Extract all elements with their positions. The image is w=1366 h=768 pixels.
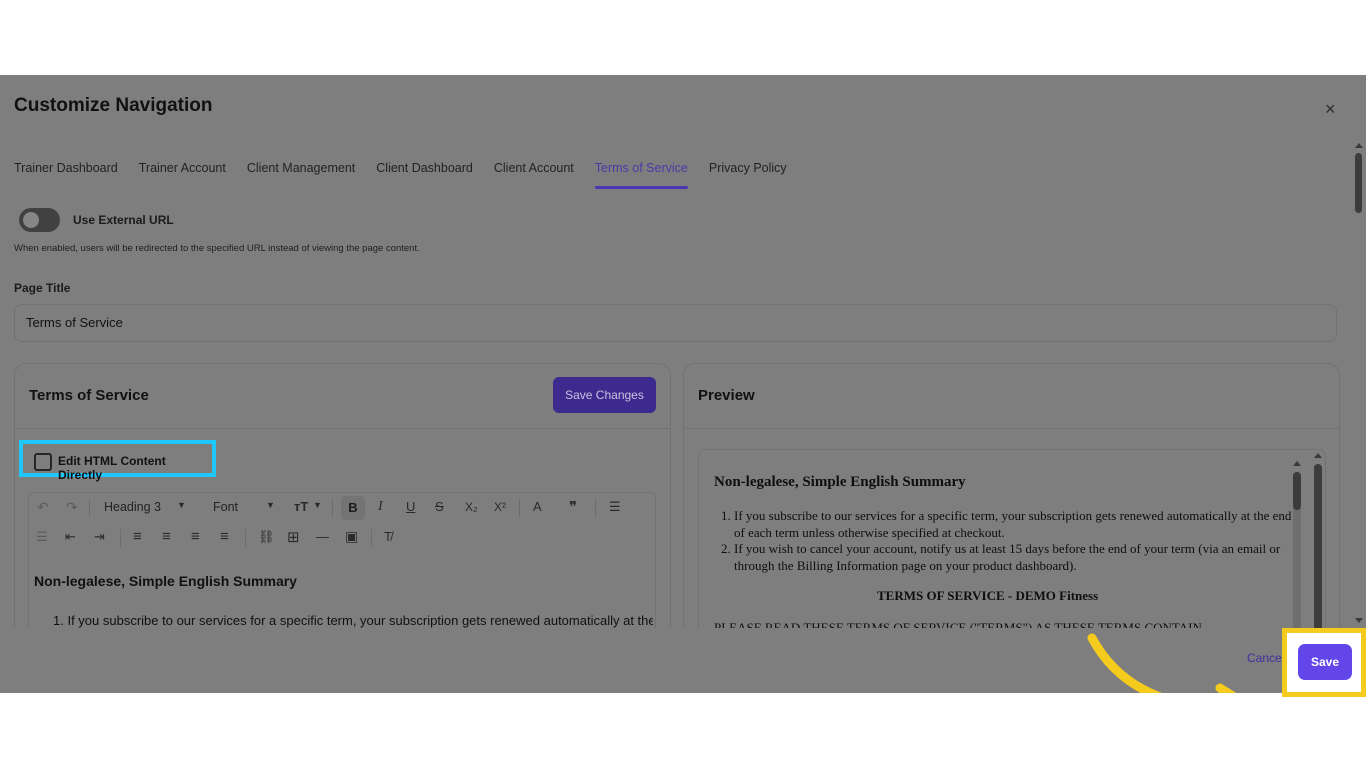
close-icon[interactable]: ×: [1325, 99, 1336, 120]
undo-icon[interactable]: ↶: [37, 499, 49, 516]
scroll-up-icon[interactable]: [1314, 453, 1322, 458]
preview-list: If you subscribe to our services for a s…: [714, 508, 1304, 574]
tab-client-dashboard[interactable]: Client Dashboard: [376, 159, 473, 189]
external-url-label: Use External URL: [73, 213, 174, 227]
font-size-icon[interactable]: тT: [294, 499, 308, 514]
tab-client-account[interactable]: Client Account: [494, 159, 574, 189]
toolbar-separator: [245, 529, 246, 547]
heading-select[interactable]: Heading 3: [104, 500, 161, 514]
save-changes-button[interactable]: Save Changes: [553, 377, 656, 413]
strikethrough-icon[interactable]: S: [435, 499, 444, 514]
tab-terms-of-service[interactable]: Terms of Service: [594, 159, 688, 189]
subscript-icon[interactable]: X₂: [465, 500, 478, 514]
link-icon[interactable]: ⛓: [258, 529, 275, 545]
clear-format-icon[interactable]: T̸: [384, 529, 392, 544]
preview-list-item: If you wish to cancel your account, noti…: [734, 541, 1304, 574]
chevron-down-icon[interactable]: ▼: [266, 500, 275, 510]
modal-scrollbar-thumb[interactable]: [1355, 153, 1362, 213]
blockquote-icon[interactable]: ❞: [569, 498, 577, 516]
preview-heading: Non-legalese, Simple English Summary: [714, 474, 966, 490]
tab-client-management[interactable]: Client Management: [247, 159, 355, 189]
html-edit-label: Edit HTML Content Directly: [58, 454, 166, 482]
editor-card-title: Terms of Service: [29, 387, 149, 404]
font-color-icon[interactable]: A: [533, 499, 542, 514]
bullet-list-icon[interactable]: ☰: [609, 499, 621, 515]
tab-bar: Trainer Dashboard Trainer Account Client…: [14, 159, 808, 189]
modal-overlay: Customize Navigation × Trainer Dashboard…: [0, 75, 1366, 693]
toggle-knob: [23, 212, 39, 228]
toolbar-separator: [595, 499, 596, 517]
external-url-toggle[interactable]: [19, 208, 60, 232]
superscript-icon[interactable]: X²: [494, 500, 506, 514]
indent-icon[interactable]: ⇥: [94, 529, 105, 545]
underline-icon[interactable]: U: [406, 499, 415, 514]
tab-trainer-dashboard[interactable]: Trainer Dashboard: [14, 159, 118, 189]
page-title-label: Page Title: [14, 281, 71, 295]
align-right-icon[interactable]: ≡: [191, 528, 200, 545]
align-center-icon[interactable]: ≡: [162, 528, 171, 545]
external-url-hint: When enabled, users will be redirected t…: [14, 243, 420, 254]
scroll-up-icon[interactable]: [1355, 143, 1363, 148]
bold-icon[interactable]: B: [341, 496, 365, 520]
tab-trainer-account[interactable]: Trainer Account: [139, 159, 226, 189]
toolbar-separator: [371, 529, 372, 547]
card-divider: [684, 428, 1339, 429]
card-divider: [15, 428, 670, 429]
editor-list-item: 1. If you subscribe to our services for …: [53, 613, 653, 628]
chevron-down-icon[interactable]: ▼: [313, 500, 322, 510]
modal-title: Customize Navigation: [14, 95, 213, 116]
preview-tos-heading: TERMS OF SERVICE - DEMO Fitness: [877, 588, 1099, 603]
scroll-down-icon[interactable]: [1355, 618, 1363, 623]
save-highlight: Save: [1282, 628, 1366, 697]
editor-heading: Non-legalese, Simple English Summary: [34, 573, 297, 589]
tab-privacy-policy[interactable]: Privacy Policy: [709, 159, 787, 189]
html-edit-highlight: Edit HTML Content Directly: [19, 440, 216, 482]
preview-list-item: If you subscribe to our services for a s…: [734, 508, 1304, 541]
html-edit-checkbox[interactable]: [34, 453, 52, 471]
font-select[interactable]: Font: [213, 500, 238, 514]
outdent-icon[interactable]: ⇤: [65, 529, 76, 545]
scroll-up-icon[interactable]: [1293, 461, 1301, 466]
preview-scrollbar-thumb[interactable]: [1293, 472, 1301, 510]
italic-icon[interactable]: I: [378, 499, 383, 515]
horizontal-rule-icon[interactable]: —: [316, 529, 329, 544]
chevron-down-icon[interactable]: ▼: [177, 500, 186, 510]
save-button[interactable]: Save: [1298, 644, 1352, 680]
toolbar-separator: [332, 499, 333, 517]
toolbar-separator: [519, 499, 520, 517]
align-left-icon[interactable]: ≡: [133, 528, 142, 545]
numbered-list-icon[interactable]: ☰: [36, 529, 48, 545]
align-justify-icon[interactable]: ≡: [220, 528, 229, 545]
redo-icon[interactable]: ↷: [66, 499, 78, 516]
page-title-input[interactable]: Terms of Service: [14, 304, 1337, 342]
insert-image-icon[interactable]: ▣: [345, 528, 358, 545]
toolbar-separator: [89, 499, 90, 517]
preview-card-title: Preview: [698, 387, 755, 404]
toolbar-separator: [120, 529, 121, 547]
table-icon[interactable]: ⊞: [287, 528, 300, 546]
pointer-arrow-icon: [1087, 633, 1237, 693]
